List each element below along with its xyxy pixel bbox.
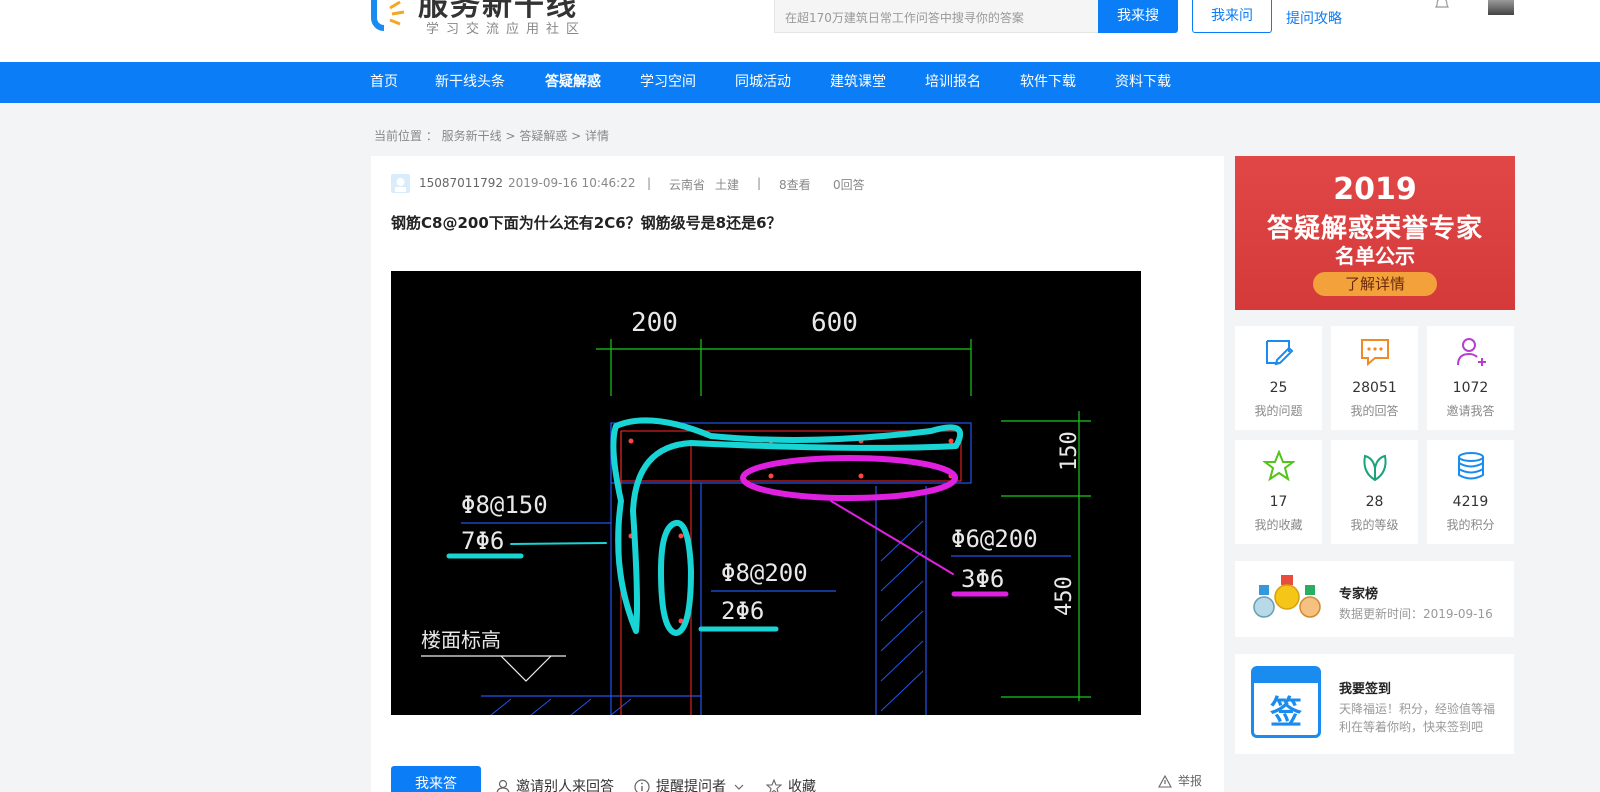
dim-label: 450 bbox=[1052, 576, 1077, 616]
main-nav: 首页 新干线头条 答疑解惑 学习空间 同城活动 建筑课堂 培训报名 软件下载 资… bbox=[0, 62, 1600, 103]
meta-separator: | bbox=[647, 176, 652, 190]
post-category: 土建 bbox=[715, 178, 740, 192]
calendar-icon: 签 bbox=[1251, 666, 1321, 738]
stat-level[interactable]: 28 我的等级 bbox=[1331, 440, 1418, 544]
expert-ranking-date: 数据更新时间：2019-09-16 bbox=[1339, 607, 1493, 621]
stat-value: 4219 bbox=[1452, 494, 1489, 510]
info-icon bbox=[634, 779, 650, 792]
stat-label: 我的回答 bbox=[1350, 404, 1399, 418]
breadcrumb: 当前位置 ： 服务新干线 > 答疑解惑 > 详情 bbox=[374, 129, 609, 143]
report-button[interactable]: 举报 bbox=[1158, 772, 1202, 789]
stat-label: 我的收藏 bbox=[1254, 518, 1303, 532]
question-card: 15087011792 2019-09-16 10:46:22 | 云南省 土建… bbox=[371, 156, 1224, 792]
edit-icon bbox=[1266, 340, 1294, 366]
banner-detail-button[interactable]: 了解详情 bbox=[1313, 272, 1437, 296]
avatar[interactable] bbox=[1488, 0, 1514, 15]
nav-item-home[interactable]: 首页 bbox=[370, 62, 398, 103]
report-label: 举报 bbox=[1178, 774, 1203, 788]
checkin-box[interactable]: 签 我要签到 天降福运！积分，经验值等福利在等着你哟，快来签到吧 bbox=[1235, 654, 1514, 754]
favorite-button[interactable]: 收藏 bbox=[766, 776, 816, 792]
nav-item-software[interactable]: 软件下载 bbox=[1020, 62, 1076, 103]
warning-icon bbox=[1158, 775, 1172, 788]
stat-my-questions[interactable]: 25 我的问题 bbox=[1235, 326, 1322, 430]
stat-favorites[interactable]: 17 我的收藏 bbox=[1235, 440, 1322, 544]
favorite-label: 收藏 bbox=[788, 779, 816, 792]
meta-separator: | bbox=[757, 176, 762, 190]
nav-item-events[interactable]: 同城活动 bbox=[735, 62, 791, 103]
search-input[interactable]: 在超170万建筑日常工作问答中搜寻你的答案 bbox=[774, 0, 1099, 33]
dim-label: 600 bbox=[811, 308, 858, 338]
invite-label: 邀请别人来回答 bbox=[516, 779, 614, 792]
rebar-label: 7Φ6 bbox=[461, 527, 504, 555]
checkin-title: 我要签到 bbox=[1339, 682, 1392, 697]
question-drawing[interactable]: 200 600 150 450 Φ8@150 7Φ6 Φ8@200 2Φ6 Φ6… bbox=[391, 271, 1141, 715]
chat-icon bbox=[1361, 339, 1389, 367]
banner-year: 2019 bbox=[1333, 172, 1417, 207]
stat-label: 邀请我答 bbox=[1446, 404, 1495, 418]
rebar-label: Φ6@200 bbox=[951, 525, 1038, 553]
checkin-desc: 天降福运！积分，经验值等福利在等着你哟，快来签到吧 bbox=[1339, 702, 1496, 734]
answer-count: 0回答 bbox=[833, 178, 865, 192]
ask-button[interactable]: 我来问 bbox=[1192, 0, 1272, 33]
rebar-label: 2Φ6 bbox=[721, 597, 764, 625]
logo-subtitle: 学习交流应用社区 bbox=[426, 22, 587, 37]
answer-button[interactable]: 我来答 bbox=[391, 766, 481, 792]
site-logo[interactable]: 服务新干线 学习交流应用社区 bbox=[368, 0, 608, 38]
nav-item-classroom[interactable]: 建筑课堂 bbox=[830, 62, 886, 103]
nav-item-qa[interactable]: 答疑解惑 bbox=[545, 62, 601, 103]
nav-item-study[interactable]: 学习空间 bbox=[640, 62, 696, 103]
post-province: 云南省 bbox=[669, 178, 706, 192]
question-title: 钢筋C8@200下面为什么还有2C6？钢筋级号是8还是6？ bbox=[391, 214, 782, 232]
view-count: 8查看 bbox=[779, 178, 811, 192]
stat-label: 我的等级 bbox=[1350, 518, 1399, 532]
stat-value: 17 bbox=[1269, 494, 1288, 510]
rebar-label: Φ8@200 bbox=[721, 559, 808, 587]
user-avatar[interactable] bbox=[391, 174, 410, 193]
coins-icon bbox=[1458, 452, 1484, 480]
rebar-label: Φ8@150 bbox=[461, 491, 548, 519]
stat-value: 25 bbox=[1269, 380, 1288, 396]
user-icon bbox=[496, 779, 510, 792]
banner-subtitle: 名单公示 bbox=[1335, 244, 1415, 268]
chevron-down-icon bbox=[735, 784, 744, 790]
expert-ranking-title: 专家榜 bbox=[1339, 587, 1379, 602]
stat-my-answers[interactable]: 28051 我的回答 bbox=[1331, 326, 1418, 430]
stat-value: 28 bbox=[1365, 494, 1384, 510]
medal-icon bbox=[1253, 575, 1321, 618]
expert-ranking-box[interactable]: 专家榜 数据更新时间：2019-09-16 bbox=[1235, 561, 1514, 637]
floor-level-label: 楼面标高 bbox=[421, 628, 501, 652]
guide-link[interactable]: 提问攻略 bbox=[1286, 8, 1342, 28]
star-outline-icon bbox=[766, 779, 782, 792]
nav-item-training[interactable]: 培训报名 bbox=[925, 62, 981, 103]
stat-invited[interactable]: 1072 邀请我答 bbox=[1427, 326, 1514, 430]
stat-label: 我的问题 bbox=[1254, 404, 1303, 418]
add-user-icon bbox=[1457, 338, 1486, 366]
bell-icon[interactable] bbox=[1434, 0, 1450, 10]
nav-item-resources[interactable]: 资料下载 bbox=[1115, 62, 1171, 103]
leaf-icon bbox=[1363, 454, 1387, 482]
remind-button[interactable]: 提醒提问者 bbox=[634, 776, 750, 792]
dim-label: 150 bbox=[1057, 431, 1082, 471]
star-icon bbox=[1263, 450, 1295, 482]
logo-mark-icon bbox=[371, 0, 405, 31]
stat-label: 我的积分 bbox=[1446, 518, 1495, 532]
user-face-icon bbox=[395, 178, 406, 192]
dim-label: 200 bbox=[631, 308, 678, 338]
top-header: 服务新干线 学习交流应用社区 在超170万建筑日常工作问答中搜寻你的答案 我来搜… bbox=[0, 0, 1600, 62]
post-datetime: 2019-09-16 10:46:22 bbox=[508, 176, 636, 190]
user-name[interactable]: 15087011792 bbox=[419, 176, 503, 190]
invite-button[interactable]: 邀请别人来回答 bbox=[496, 776, 614, 792]
rebar-label: 3Φ6 bbox=[961, 565, 1004, 593]
stat-points[interactable]: 4219 我的积分 bbox=[1427, 440, 1514, 544]
search-button[interactable]: 我来搜 bbox=[1098, 0, 1178, 33]
expert-banner[interactable]: 2019 答疑解惑荣誉专家 名单公示 了解详情 bbox=[1235, 156, 1515, 310]
remind-label: 提醒提问者 bbox=[656, 779, 726, 792]
stat-value: 1072 bbox=[1452, 380, 1489, 396]
nav-item-headlines[interactable]: 新干线头条 bbox=[435, 62, 505, 103]
stat-value: 28051 bbox=[1352, 380, 1397, 396]
